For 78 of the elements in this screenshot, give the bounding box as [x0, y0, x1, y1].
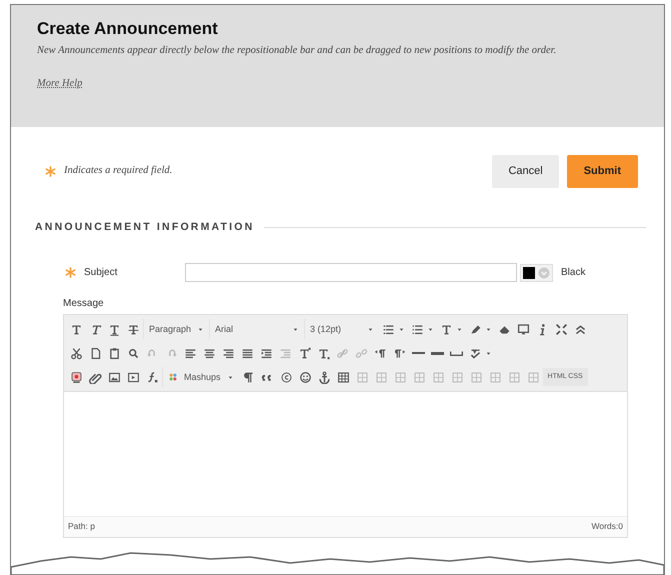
cancel-button[interactable]: Cancel — [492, 155, 559, 188]
fullscreen-icon — [555, 322, 568, 336]
toolbar-dropdown[interactable]: 3 (12pt) — [304, 319, 380, 340]
underline-icon — [108, 322, 121, 336]
required-asterisk-icon — [45, 166, 56, 177]
caret-icon — [485, 350, 492, 357]
caret-icon — [427, 326, 434, 333]
monitor-icon — [517, 322, 530, 336]
media-icon — [127, 370, 140, 384]
message-label: Message — [63, 297, 105, 312]
double-chevron-up-icon — [574, 322, 588, 336]
table-column-icon — [450, 370, 464, 384]
unlink-icon — [355, 346, 368, 360]
record-icon — [70, 370, 83, 384]
numbered-list-icon — [411, 322, 424, 336]
submit-button[interactable]: Submit — [566, 155, 638, 188]
align-right-icon — [222, 346, 235, 360]
table-row-icon — [394, 370, 407, 384]
anchor-icon — [318, 370, 331, 384]
word-count: Words:0 — [592, 520, 623, 533]
highlighter-icon — [469, 322, 482, 336]
document-icon — [89, 346, 102, 360]
page-title: Create Announcement — [37, 19, 219, 40]
link-icon — [336, 346, 349, 360]
subject-label: Subject — [84, 266, 118, 280]
color-name: Black — [561, 266, 586, 280]
spellcheck-icon — [469, 346, 482, 360]
superscript-icon — [298, 346, 311, 360]
clipboard-icon — [108, 346, 121, 360]
table-cell-icon — [526, 370, 540, 384]
caret-icon — [456, 326, 464, 333]
pilcrow-icon — [242, 370, 255, 384]
table-column-icon — [412, 370, 426, 384]
indent-icon — [260, 346, 273, 360]
table-cell-icon — [508, 370, 521, 384]
table-row-icon — [356, 370, 369, 384]
justify-icon — [241, 346, 254, 360]
paragraph-right-icon — [393, 346, 406, 360]
dropdown-circle-icon — [538, 266, 550, 279]
toolbar-dropdown[interactable]: Paragraph — [143, 319, 210, 340]
color-picker-button[interactable] — [520, 264, 553, 282]
paragraph-left-icon — [374, 346, 387, 360]
scissors-icon — [70, 346, 83, 360]
caret-icon — [398, 326, 406, 333]
subscript-icon — [317, 346, 330, 360]
smiley-icon — [298, 370, 312, 384]
text-color-icon — [440, 322, 454, 336]
mashups-dropdown[interactable]: Mashups — [162, 367, 239, 388]
space-icon — [450, 350, 463, 356]
table-cell-icon — [470, 370, 483, 384]
section-heading: ANNOUNCEMENT INFORMATION — [35, 220, 254, 234]
strikethrough-icon — [127, 322, 140, 336]
puzzle-dots-icon — [168, 372, 178, 382]
help-link[interactable]: More Help — [37, 78, 82, 90]
caret-icon — [226, 374, 234, 381]
copyright-circle-icon — [280, 370, 293, 384]
image-icon — [108, 370, 121, 384]
table-row-icon — [374, 370, 388, 384]
caret-icon — [367, 326, 374, 333]
subject-input-field[interactable] — [185, 263, 517, 282]
bold-icon — [70, 322, 83, 336]
toolbar-dropdown[interactable]: Arial — [209, 319, 304, 340]
outdent-icon — [279, 346, 292, 360]
formula-icon — [146, 370, 159, 384]
bullet-list-icon — [382, 322, 396, 336]
align-left-icon — [184, 346, 197, 360]
horizontal-line-icon — [412, 352, 425, 354]
caret-icon — [197, 326, 204, 333]
search-icon — [127, 346, 140, 360]
caret-icon — [485, 326, 492, 333]
required-note: Indicates a required field. — [64, 164, 172, 178]
table-cell-icon — [488, 370, 502, 384]
caret-icon — [292, 326, 300, 333]
table-column-icon — [432, 370, 445, 384]
table-icon — [336, 370, 350, 384]
align-center-icon — [203, 346, 216, 360]
page-description: New Announcements appear directly below the repositionable bar and can be dragged to new positions to modify the order. — [37, 44, 558, 58]
element-path: Path: p — [68, 520, 95, 533]
